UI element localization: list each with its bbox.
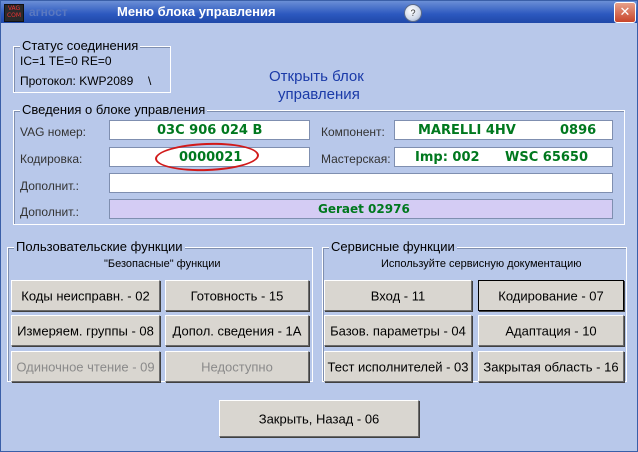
coding-label: Кодировка:: [20, 152, 83, 166]
title-bar[interactable]: VAG COM агност Меню блока управления ? ✕: [1, 1, 637, 23]
component-field: MARELLI 4HV 0896: [394, 120, 613, 140]
coding-button[interactable]: Кодирование - 07: [478, 280, 624, 311]
connection-counters: IC=1 TE=0 RE=0: [20, 54, 112, 68]
unavailable-button[interactable]: Недоступно: [165, 351, 309, 382]
open-block-title-line2: управления: [278, 86, 360, 103]
geraet-value: Geraet 02976: [318, 202, 410, 216]
close-go-back-button[interactable]: Закрыть, Назад - 06: [219, 400, 419, 437]
help-balloon-icon[interactable]: ?: [404, 4, 422, 22]
measuring-groups-button[interactable]: Измеряем. группы - 08: [11, 315, 160, 346]
fault-codes-button[interactable]: Коды неисправн. - 02: [11, 280, 160, 311]
window-title: Меню блока управления: [117, 4, 276, 19]
component-code: 0896: [560, 123, 597, 138]
advanced-info-button[interactable]: Допол. сведения - 1А: [165, 315, 309, 346]
main-window: VAG COM агност Меню блока управления ? ✕…: [0, 0, 638, 452]
workshop-label: Мастерская:: [321, 152, 391, 166]
user-functions-legend: Пользовательские функции: [14, 239, 185, 254]
service-functions-subtitle: Используйте сервисную документацию: [381, 258, 582, 270]
component-label: Компонент:: [321, 125, 385, 139]
extra-info2-label: Дополнит.:: [20, 205, 80, 219]
vag-number-value: 03C 906 024 B: [157, 123, 263, 138]
workshop-wsc: WSC 65650: [505, 150, 588, 165]
basic-settings-button[interactable]: Базов. параметры - 04: [324, 315, 472, 346]
open-block-title-line1: Открыть блок: [269, 68, 364, 85]
vag-number-label: VAG номер:: [20, 125, 87, 139]
security-access-button[interactable]: Закрытая область - 16: [478, 351, 624, 382]
connection-status-legend: Статус соединения: [20, 38, 141, 53]
extra-info-field: [109, 173, 613, 193]
component-value: MARELLI 4HV: [418, 123, 516, 138]
workshop-field: Imp: 002 WSC 65650: [394, 147, 613, 167]
vag-com-app-icon[interactable]: VAG COM: [4, 4, 24, 22]
user-functions-subtitle: "Безопасные" функции: [104, 258, 221, 270]
vag-number-field: 03C 906 024 B: [109, 120, 310, 140]
extra-info-label: Дополнит.:: [20, 179, 80, 193]
login-button[interactable]: Вход - 11: [324, 280, 472, 311]
readiness-button[interactable]: Готовность - 15: [165, 280, 309, 311]
protocol-label: Протокол: KWP2089: [20, 74, 134, 88]
single-reading-button[interactable]: Одиночное чтение - 09: [11, 351, 160, 382]
adaptation-button[interactable]: Адаптация - 10: [478, 315, 624, 346]
background-window-title: агност: [29, 5, 68, 19]
activity-indicator: \: [148, 74, 152, 88]
workshop-imp: Imp: 002: [415, 150, 480, 165]
service-functions-legend: Сервисные функции: [329, 239, 457, 254]
output-tests-button[interactable]: Тест исполнителей - 03: [324, 351, 472, 382]
close-window-button[interactable]: ✕: [614, 2, 636, 23]
extra-info2-field: Geraet 02976: [109, 199, 613, 219]
control-unit-info-legend: Сведения о блоке управления: [20, 102, 208, 117]
connection-status-group: Статус соединения IC=1 TE=0 RE=0 Протоко…: [13, 38, 171, 93]
